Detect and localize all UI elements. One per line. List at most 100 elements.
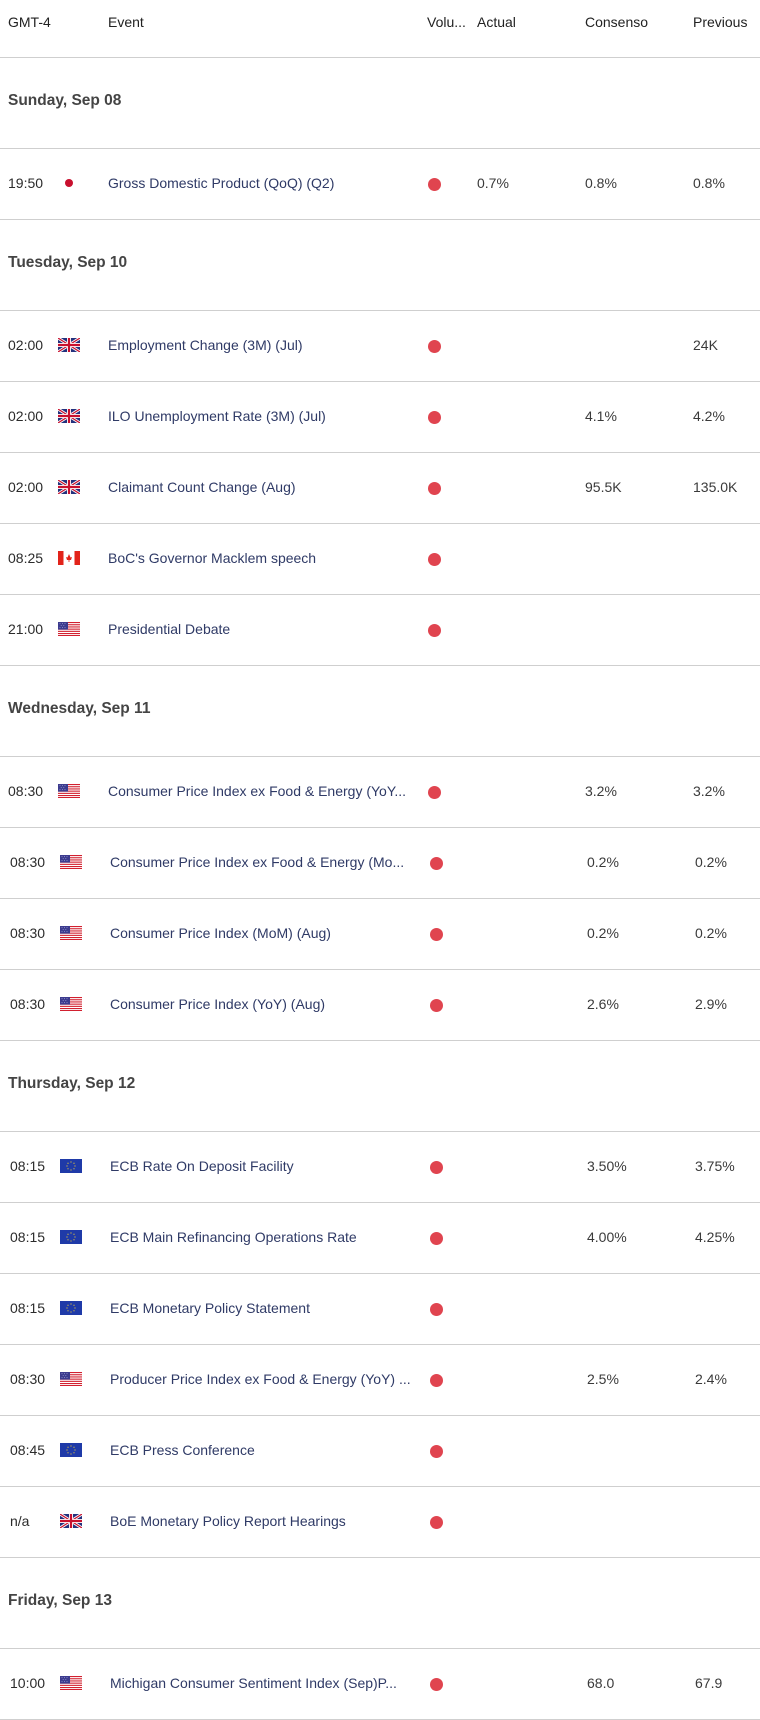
previous-value: 67.9 — [695, 1675, 723, 1691]
volatility-high-icon — [430, 999, 443, 1012]
us-flag-icon — [60, 1372, 82, 1386]
eu-flag-icon — [60, 1443, 82, 1457]
event-time: 08:15 — [10, 1229, 46, 1245]
event-row[interactable]: 08:30 Consumer Price Index (YoY) (Aug) 2.6… — [0, 970, 760, 1041]
day-label: Tuesday, Sep 10 — [8, 254, 128, 271]
volatility-high-icon — [428, 786, 441, 799]
event-time: 02:00 — [8, 479, 44, 495]
header-consensus[interactable]: Consenso — [585, 14, 648, 30]
event-row[interactable]: 08:15 ECB Main Refinancing Operations Rat… — [0, 1203, 760, 1274]
event-row[interactable]: n/a BoE Monetary Policy Report Hearings — [0, 1487, 760, 1558]
uk-flag-icon — [58, 480, 80, 494]
event-time: 10:00 — [10, 1675, 46, 1691]
volatility-high-icon — [428, 482, 441, 495]
event-name[interactable]: ILO Unemployment Rate (3M) (Jul) — [108, 408, 424, 424]
previous-value: 3.75% — [695, 1158, 735, 1174]
us-flag-icon — [60, 997, 82, 1011]
event-row[interactable]: 08:30 Consumer Price Index (MoM) (Aug) 0.2… — [0, 899, 760, 970]
consensus-value: 4.1% — [585, 408, 617, 424]
event-name[interactable]: ECB Monetary Policy Statement — [110, 1300, 426, 1316]
event-row[interactable]: 10:00 Michigan Consumer Sentiment Index (… — [0, 1649, 760, 1720]
ca-flag-icon — [58, 551, 80, 565]
event-time: 02:00 — [8, 337, 44, 353]
event-row[interactable]: 02:00 ILO Unemployment Rate (3M) (Jul) 4.1… — [0, 382, 760, 453]
event-row[interactable]: 08:25 BoC's Governor Macklem speech — [0, 524, 760, 595]
eu-flag-icon — [60, 1159, 82, 1173]
event-row[interactable]: 08:30 Consumer Price Index ex Food & Ener… — [0, 828, 760, 899]
jp-flag-icon — [58, 176, 80, 190]
day-label: Thursday, Sep 12 — [8, 1075, 136, 1092]
event-row[interactable]: 19:50 Gross Domestic Product (QoQ) (Q2) 0.… — [0, 149, 760, 220]
event-time: 21:00 — [8, 621, 44, 637]
day-header: Tuesday, Sep 10 — [0, 220, 760, 311]
event-row[interactable]: 08:30 Consumer Price Index ex Food & Ener… — [0, 757, 760, 828]
event-name[interactable]: Presidential Debate — [108, 621, 424, 637]
previous-value: 2.9% — [695, 996, 727, 1012]
calendar-list: Sunday, Sep 08 19:50 Gross Domestic Produc… — [0, 58, 760, 1720]
volatility-high-icon — [430, 1161, 443, 1174]
day-header: Sunday, Sep 08 — [0, 58, 760, 149]
calendar-header: GMT-4 Event Volu... Actual Consenso Prev… — [0, 0, 760, 58]
event-name[interactable]: ECB Rate On Deposit Facility — [110, 1158, 426, 1174]
event-time: 08:15 — [10, 1158, 46, 1174]
event-name[interactable]: Consumer Price Index (MoM) (Aug) — [110, 925, 426, 941]
consensus-value: 0.8% — [585, 175, 617, 191]
event-row[interactable]: 08:15 ECB Monetary Policy Statement — [0, 1274, 760, 1345]
event-time: 08:45 — [10, 1442, 46, 1458]
volatility-high-icon — [430, 1232, 443, 1245]
header-timezone[interactable]: GMT-4 — [8, 14, 51, 30]
event-name[interactable]: ECB Press Conference — [110, 1442, 426, 1458]
us-flag-icon — [60, 1676, 82, 1690]
event-row[interactable]: 21:00 Presidential Debate — [0, 595, 760, 666]
event-row[interactable]: 08:45 ECB Press Conference — [0, 1416, 760, 1487]
volatility-high-icon — [428, 411, 441, 424]
event-time: 08:25 — [8, 550, 44, 566]
header-volatility[interactable]: Volu... — [427, 14, 466, 30]
volatility-high-icon — [430, 1678, 443, 1691]
header-actual[interactable]: Actual — [477, 14, 516, 30]
event-time: 19:50 — [8, 175, 44, 191]
event-name[interactable]: Consumer Price Index ex Food & Energy (Y… — [108, 783, 424, 799]
eu-flag-icon — [60, 1230, 82, 1244]
event-name[interactable]: BoE Monetary Policy Report Hearings — [110, 1513, 426, 1529]
event-name[interactable]: Michigan Consumer Sentiment Index (Sep)P… — [110, 1675, 426, 1691]
event-name[interactable]: BoC's Governor Macklem speech — [108, 550, 424, 566]
previous-value: 0.2% — [695, 854, 727, 870]
volatility-high-icon — [430, 1445, 443, 1458]
consensus-value: 95.5K — [585, 479, 622, 495]
event-name[interactable]: Producer Price Index ex Food & Energy (Y… — [110, 1371, 426, 1387]
event-row[interactable]: 02:00 Employment Change (3M) (Jul) 24K — [0, 311, 760, 382]
volatility-high-icon — [430, 1516, 443, 1529]
event-time: 08:30 — [10, 1371, 46, 1387]
day-label: Wednesday, Sep 11 — [8, 700, 151, 717]
day-header: Friday, Sep 13 — [0, 1558, 760, 1649]
event-name[interactable]: Consumer Price Index ex Food & Energy (M… — [110, 854, 426, 870]
event-time: 08:30 — [8, 783, 44, 799]
event-row[interactable]: 08:15 ECB Rate On Deposit Facility 3.50% 3.… — [0, 1132, 760, 1203]
event-name[interactable]: Consumer Price Index (YoY) (Aug) — [110, 996, 426, 1012]
actual-value: 0.7% — [477, 175, 509, 191]
consensus-value: 0.2% — [587, 854, 619, 870]
header-previous[interactable]: Previous — [693, 14, 747, 30]
previous-value: 135.0K — [693, 479, 738, 495]
event-name[interactable]: Gross Domestic Product (QoQ) (Q2) — [108, 175, 424, 191]
uk-flag-icon — [58, 338, 80, 352]
previous-value: 4.25% — [695, 1229, 735, 1245]
volatility-high-icon — [430, 1374, 443, 1387]
header-event[interactable]: Event — [108, 14, 144, 30]
volatility-high-icon — [430, 857, 443, 870]
volatility-high-icon — [428, 340, 441, 353]
event-name[interactable]: Claimant Count Change (Aug) — [108, 479, 424, 495]
event-row[interactable]: 08:30 Producer Price Index ex Food & Ener… — [0, 1345, 760, 1416]
consensus-value: 4.00% — [587, 1229, 627, 1245]
consensus-value: 0.2% — [587, 925, 619, 941]
event-name[interactable]: Employment Change (3M) (Jul) — [108, 337, 424, 353]
previous-value: 2.4% — [695, 1371, 727, 1387]
eu-flag-icon — [60, 1301, 82, 1315]
event-row[interactable]: 02:00 Claimant Count Change (Aug) 95.5K 135… — [0, 453, 760, 524]
volatility-high-icon — [428, 553, 441, 566]
previous-value: 0.8% — [693, 175, 725, 191]
event-name[interactable]: ECB Main Refinancing Operations Rate — [110, 1229, 426, 1245]
event-time: n/a — [10, 1513, 30, 1529]
event-time: 08:30 — [10, 996, 46, 1012]
